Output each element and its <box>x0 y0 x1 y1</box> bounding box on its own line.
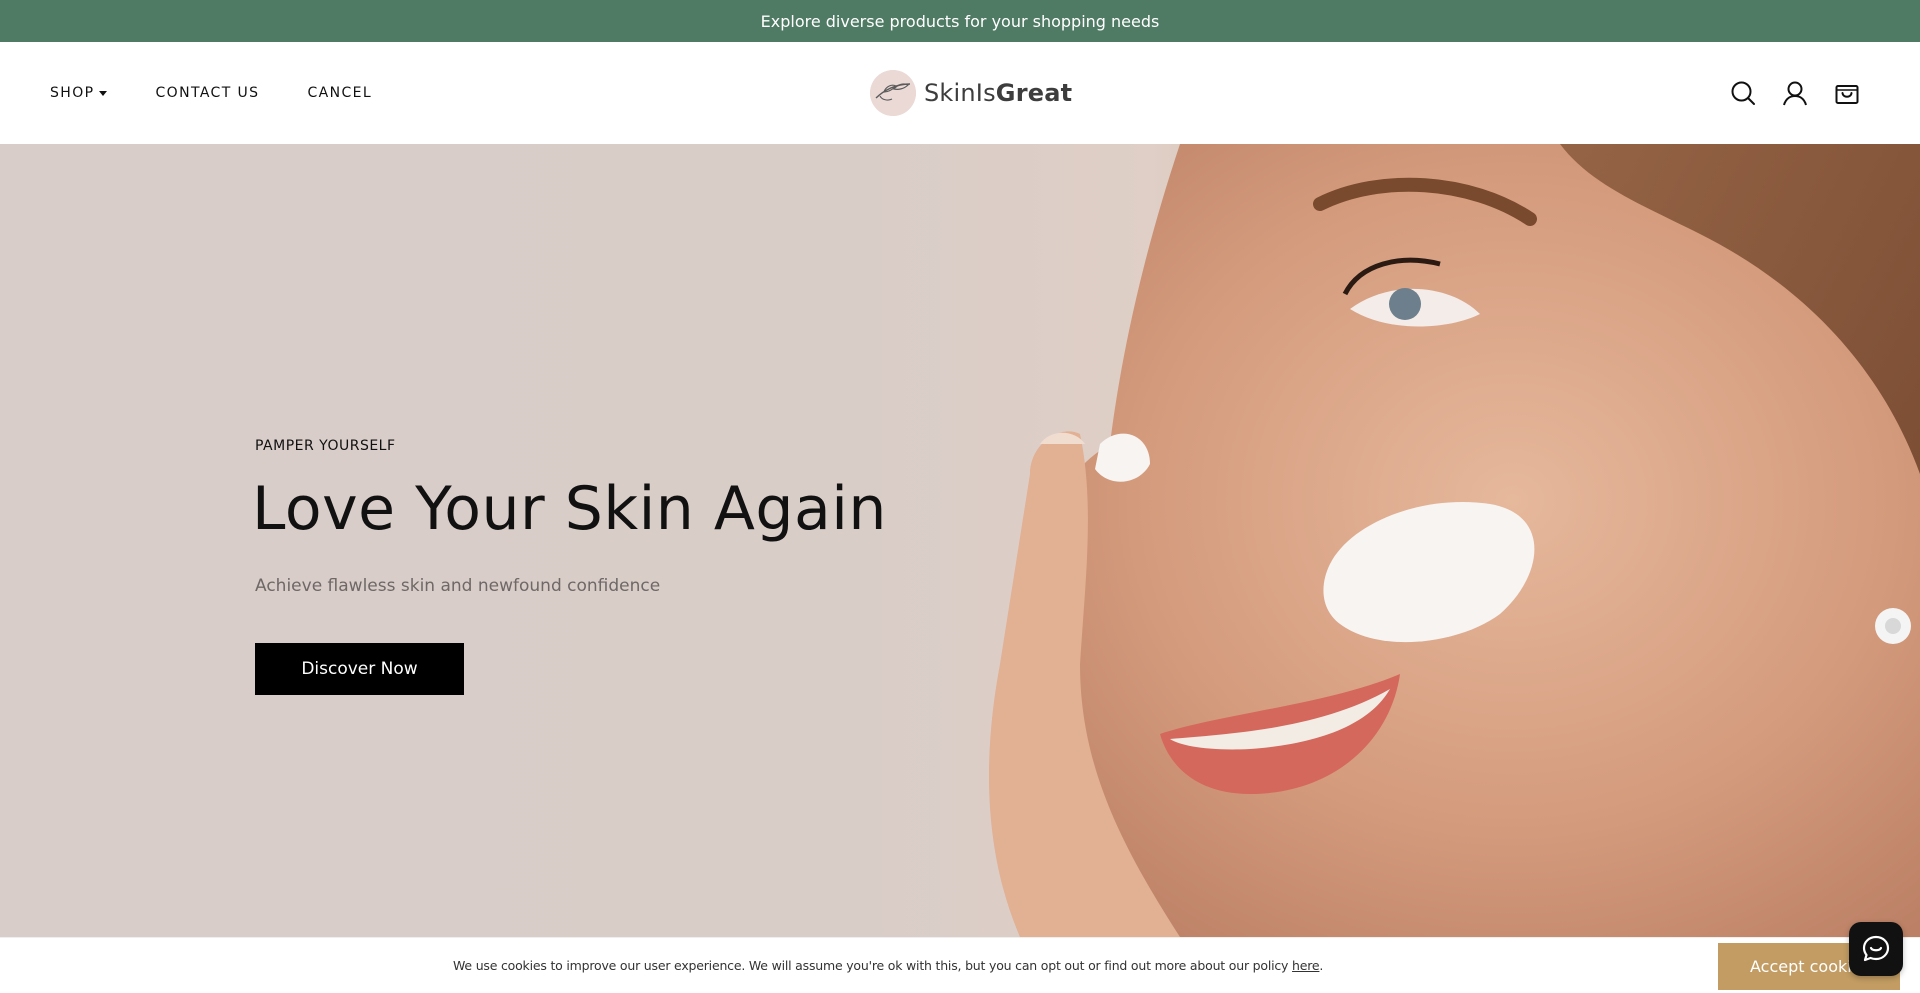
cookie-message-text: We use cookies to improve our user exper… <box>453 958 1289 973</box>
hero-subheadline: Achieve flawless skin and newfound confi… <box>255 576 661 596</box>
search-icon[interactable] <box>1730 80 1756 106</box>
announcement-bar: Explore diverse products for your shoppi… <box>0 0 1920 42</box>
account-icon[interactable] <box>1782 80 1808 106</box>
cookie-banner: We use cookies to improve our user exper… <box>0 937 1920 993</box>
main-nav: SHOP CONTACT US CANCEL <box>50 42 372 144</box>
nav-shop-label: SHOP <box>50 85 95 101</box>
announcement-text: Explore diverse products for your shoppi… <box>760 11 1160 31</box>
leaf-logo-icon <box>870 70 916 116</box>
nav-shop[interactable]: SHOP <box>50 85 108 101</box>
cart-icon[interactable] <box>1834 80 1860 106</box>
hero-eyebrow: PAMPER YOURSELF <box>255 438 396 454</box>
discover-now-button[interactable]: Discover Now <box>255 643 464 695</box>
site-logo[interactable]: SkinIsGreat <box>870 70 1072 116</box>
cookie-period: . <box>1319 958 1324 973</box>
logo-wordmark: SkinIsGreat <box>924 79 1072 107</box>
nav-cancel-label: CANCEL <box>307 85 373 101</box>
cookie-message: We use cookies to improve our user exper… <box>453 958 1323 973</box>
hero-headline: Love Your Skin Again <box>252 474 887 544</box>
site-header: SHOP CONTACT US CANCEL SkinIsGreat <box>0 42 1920 144</box>
header-actions <box>1730 42 1860 144</box>
nav-contact-us[interactable]: CONTACT US <box>155 85 259 101</box>
hero-banner: PAMPER YOURSELF Love Your Skin Again Ach… <box>0 144 1920 937</box>
chat-bubble-icon <box>1862 935 1890 962</box>
logo-text-bold: Great <box>995 79 1073 107</box>
chat-widget-button[interactable] <box>1849 922 1903 976</box>
cookie-policy-link[interactable]: here <box>1292 958 1320 973</box>
nav-cancel[interactable]: CANCEL <box>307 85 372 101</box>
caret-down-icon <box>99 91 108 96</box>
nav-contact-label: CONTACT US <box>155 85 260 101</box>
logo-text-regular: SkinIs <box>924 79 996 107</box>
